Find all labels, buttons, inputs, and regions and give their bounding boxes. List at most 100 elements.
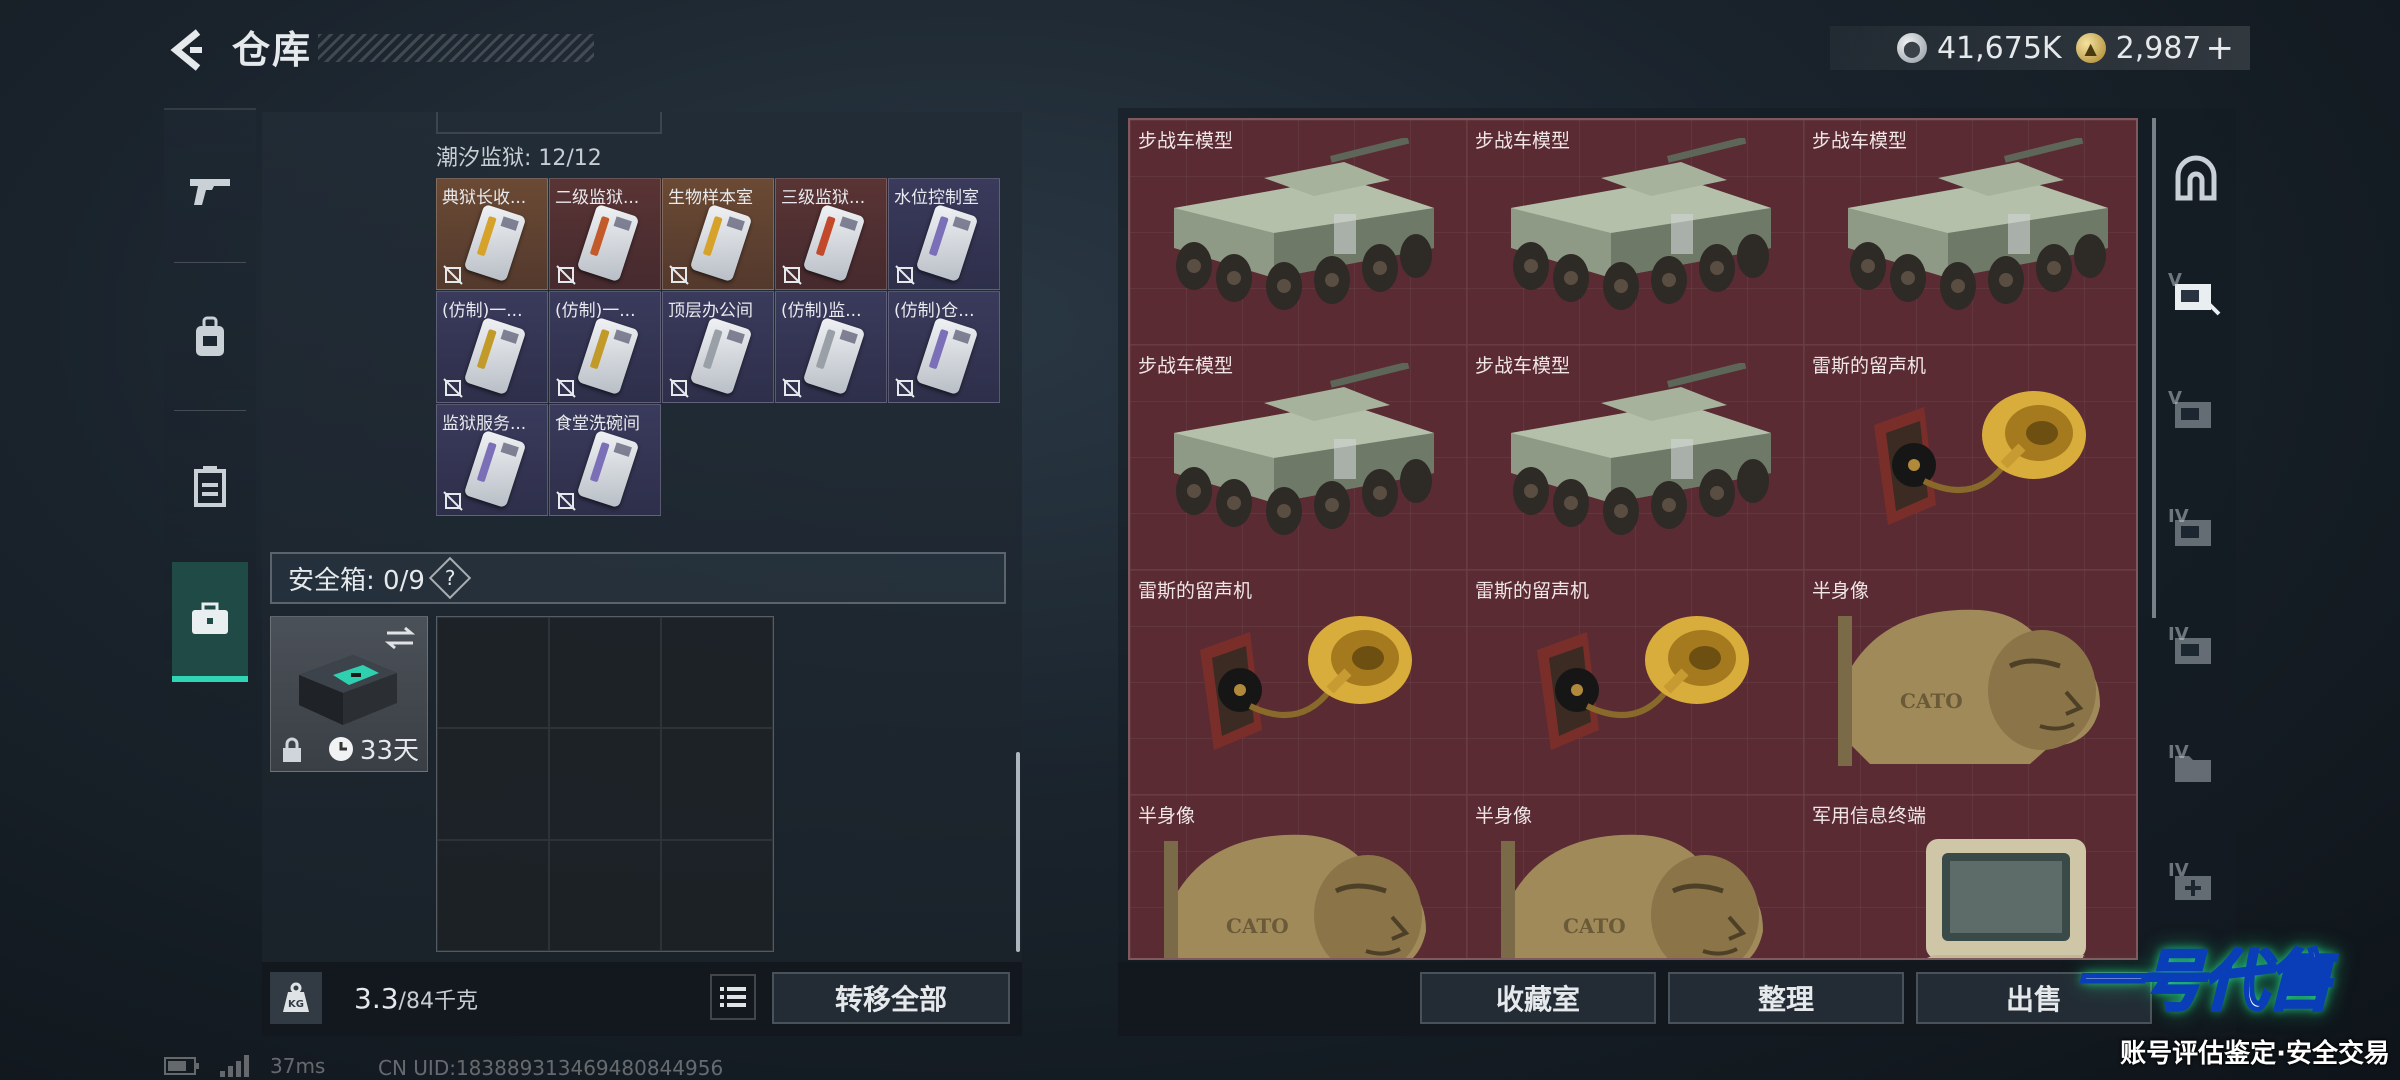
warehouse-item[interactable]: 步战车模型 xyxy=(1804,120,2136,344)
empty-slot[interactable] xyxy=(437,617,549,729)
empty-slot[interactable] xyxy=(661,617,773,729)
no-insure-icon xyxy=(669,265,689,285)
no-insure-icon xyxy=(669,378,689,398)
keycard-slot[interactable]: (仿制)一... xyxy=(436,291,548,403)
item-name: 步战车模型 xyxy=(1475,130,1571,152)
keycard-slot[interactable]: (仿制)仓... xyxy=(888,291,1000,403)
silver-coin-icon: ⬤ xyxy=(1896,33,1927,63)
gun-icon xyxy=(190,179,230,205)
tab-v[interactable]: V xyxy=(2166,268,2226,328)
safe-box-grid[interactable] xyxy=(436,616,774,952)
warehouse-item[interactable]: 步战车模型 xyxy=(1130,120,1466,344)
title-decoration xyxy=(318,34,594,62)
keycard-name: 典狱长收... xyxy=(442,188,527,208)
keycard-slot[interactable]: 典狱长收... xyxy=(436,178,548,290)
no-insure-icon xyxy=(895,378,915,398)
clock-icon xyxy=(328,736,353,761)
sidebar-item-weapons[interactable] xyxy=(164,130,256,250)
ifv-model-image xyxy=(1511,363,1771,535)
gramophone-image xyxy=(1874,391,2086,525)
add-currency-button[interactable]: + xyxy=(2206,28,2235,68)
transfer-all-button[interactable]: 转移全部 xyxy=(772,972,1010,1024)
warehouse-item[interactable]: 雷斯的留声机 xyxy=(1467,570,1803,794)
keycard-image xyxy=(576,429,640,509)
help-icon[interactable]: ? xyxy=(428,556,472,600)
warehouse-item[interactable]: 步战车模型 xyxy=(1130,345,1466,569)
keycard-slot[interactable]: 三级监狱... xyxy=(775,178,887,290)
warehouse-item[interactable]: 步战车模型 xyxy=(1467,345,1803,569)
warehouse-item[interactable]: CATO 半身像 xyxy=(1130,795,1466,958)
tab-iv3[interactable]: IV xyxy=(2166,740,2226,800)
right-scrollbar[interactable] xyxy=(2152,118,2156,618)
keycard-slot[interactable]: (仿制)一... xyxy=(549,291,661,403)
tab-all[interactable] xyxy=(2166,150,2226,210)
keycard-image xyxy=(689,203,753,283)
empty-slot[interactable] xyxy=(549,839,661,951)
tab-iv[interactable]: IV xyxy=(2166,504,2226,564)
warehouse-item[interactable]: 步战车模型 xyxy=(1467,120,1803,344)
tab-iv4[interactable]: IV xyxy=(2166,858,2226,918)
back-button[interactable] xyxy=(158,22,218,78)
empty-slot[interactable] xyxy=(549,617,661,729)
collection-room-button[interactable]: 收藏室 xyxy=(1420,972,1656,1024)
warehouse-item[interactable]: 雷斯的留声机 xyxy=(1804,345,2136,569)
safe-box-header: 安全箱: 0/9 ? xyxy=(270,552,1006,604)
keycard-slot[interactable]: 食堂洗碗间 xyxy=(549,404,661,516)
sidebar-item-equipment[interactable] xyxy=(164,278,256,398)
military-terminal-image xyxy=(1926,839,2086,958)
tab-v2[interactable]: V xyxy=(2166,386,2226,446)
lock-icon xyxy=(283,737,301,762)
weight-readout: 3.3/84千克 xyxy=(354,982,478,1015)
keycard-image xyxy=(802,203,866,283)
no-insure-icon xyxy=(782,265,802,285)
warehouse-item[interactable]: CATO 半身像 xyxy=(1467,795,1803,958)
item-name: 步战车模型 xyxy=(1138,130,1234,152)
warehouse-item[interactable]: CATO 半身像 xyxy=(1804,570,2136,794)
left-scrollbar[interactable] xyxy=(1016,752,1020,952)
no-insure-icon xyxy=(443,378,463,398)
keycard-name: 二级监狱... xyxy=(555,188,640,208)
item-name: 雷斯的留声机 xyxy=(1475,580,1590,602)
currency-bar: ⬤ 41,675K ▲ 2,987 + xyxy=(1830,26,2250,70)
item-name: 雷斯的留声机 xyxy=(1138,580,1253,602)
safe-case-item[interactable]: 33天 xyxy=(270,616,428,772)
silver-amount: 41,675K xyxy=(1936,30,2062,66)
keycard-slot[interactable]: 生物样本室 xyxy=(662,178,774,290)
keycard-image xyxy=(463,429,527,509)
list-view-button[interactable] xyxy=(710,974,756,1020)
sidebar-item-safe-box[interactable] xyxy=(172,562,248,682)
tab-iv2[interactable]: IV xyxy=(2166,622,2226,682)
empty-slot[interactable] xyxy=(549,728,661,840)
keycard-slot[interactable]: (仿制)监... xyxy=(775,291,887,403)
item-name: 半身像 xyxy=(1475,805,1533,827)
item-name: 步战车模型 xyxy=(1812,130,1908,152)
keycard-image xyxy=(576,203,640,283)
warehouse-item[interactable]: 雷斯的留声机 xyxy=(1130,570,1466,794)
crate-icon xyxy=(194,466,226,507)
keycard-slot[interactable]: 监狱服务... xyxy=(436,404,548,516)
keycard-slot[interactable]: 水位控制室 xyxy=(888,178,1000,290)
organize-button[interactable]: 整理 xyxy=(1668,972,1904,1024)
keycard-grid: 典狱长收... 二级监狱... 生物样本室 三级监狱... 水位控制室 (仿制)一... (… xyxy=(436,178,1000,516)
empty-slot[interactable] xyxy=(661,839,773,951)
item-name: 步战车模型 xyxy=(1475,355,1571,377)
keycard-slot[interactable]: 顶层办公间 xyxy=(662,291,774,403)
keycard-name: 食堂洗碗间 xyxy=(555,414,640,434)
item-name: 步战车模型 xyxy=(1138,355,1234,377)
prison-keycard-counter: 潮汐监狱: 12/12 xyxy=(436,146,602,171)
bust-image: CATO xyxy=(1838,609,2100,766)
gold-currency[interactable]: ▲ 2,987 + xyxy=(2075,28,2235,68)
uid-label: CN UID:1838893134694808449​56 xyxy=(378,1056,724,1080)
watermark-subtitle: 账号评估鉴定·安全交易 xyxy=(2120,1039,2390,1069)
keycard-slot[interactable]: 二级监狱... xyxy=(549,178,661,290)
empty-slot[interactable] xyxy=(437,839,549,951)
empty-slot[interactable] xyxy=(661,728,773,840)
empty-slot[interactable] xyxy=(437,728,549,840)
ifv-model-image xyxy=(1511,138,1771,310)
watermark: 一号代售 账号评估鉴定·安全交易 xyxy=(2070,928,2400,1080)
tier-label: V xyxy=(2168,270,2182,291)
backpack-icon xyxy=(196,316,224,356)
scrolled-row-stub xyxy=(436,112,662,134)
sidebar-item-containers[interactable] xyxy=(164,426,256,546)
no-insure-icon xyxy=(556,378,576,398)
